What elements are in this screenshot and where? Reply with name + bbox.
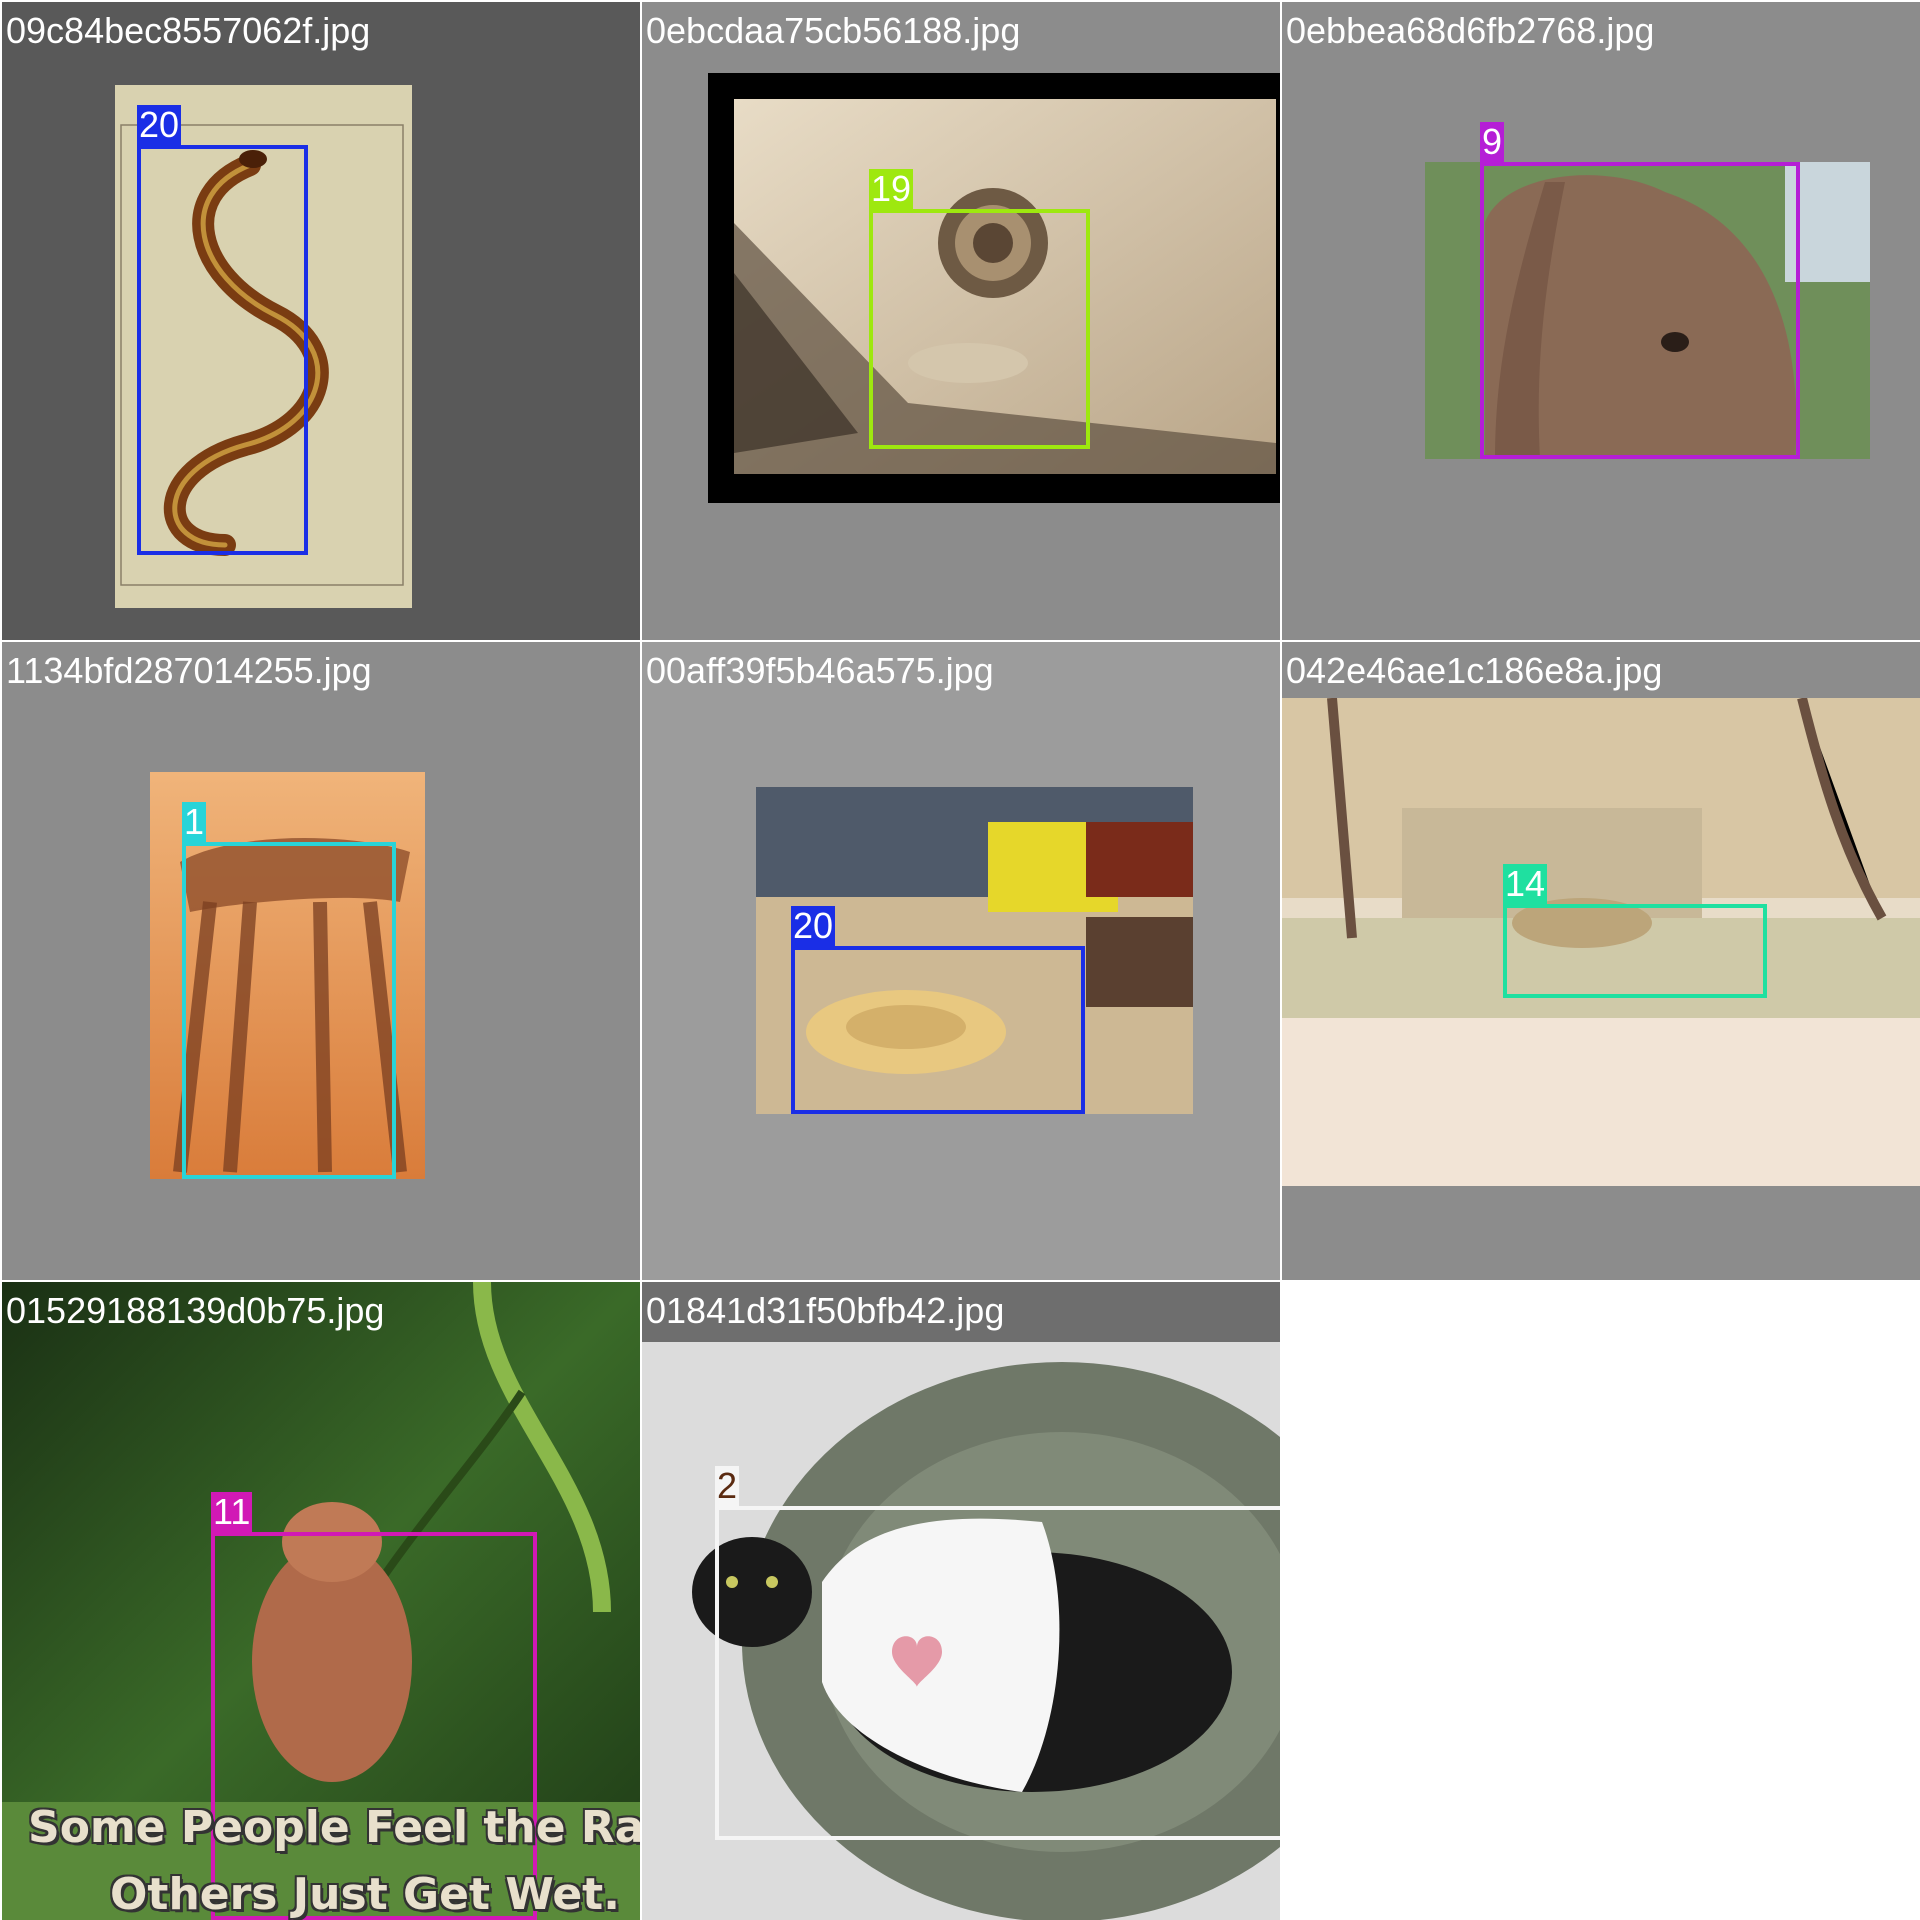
bounding-box[interactable]: 2 (715, 1466, 1280, 1840)
grid-tile[interactable]: 1134bfd287014255.jpg 1 (2, 642, 640, 1280)
class-label: 9 (1480, 121, 1505, 162)
tile-filename: 0ebbea68d6fb2768.jpg (1286, 10, 1655, 51)
bounding-box[interactable]: 19 (869, 169, 1090, 449)
tile-filename: 0ebcdaa75cb56188.jpg (646, 10, 1021, 51)
class-label: 1 (182, 801, 207, 842)
tile-filename: 01529188139d0b75.jpg (6, 1290, 385, 1331)
grid-tile[interactable]: 042e46ae1c186e8a.jpg 14 (1282, 642, 1920, 1280)
meme-caption-line1: Some People Feel the Ra (28, 1802, 640, 1853)
class-label: 20 (137, 104, 182, 145)
grid-tile[interactable]: 0ebcdaa75cb56188.jpg 19 (642, 2, 1280, 640)
bounding-box[interactable]: 1 (182, 802, 396, 1179)
class-label: 19 (869, 168, 914, 209)
tile-filename: 042e46ae1c186e8a.jpg (1286, 650, 1663, 691)
class-label: 2 (715, 1465, 740, 1506)
class-label: 11 (211, 1491, 253, 1532)
tile-filename: 01841d31f50bfb42.jpg (646, 1290, 1005, 1331)
bounding-box[interactable]: 11 (211, 1492, 537, 1920)
bounding-box[interactable]: 9 (1480, 122, 1800, 459)
class-label: 14 (1503, 863, 1548, 904)
grid-tile[interactable]: 00aff39f5b46a575.jpg 20 (642, 642, 1280, 1280)
bounding-box[interactable]: 20 (137, 105, 308, 555)
tile-filename: 09c84bec8557062f.jpg (6, 10, 371, 51)
bounding-box[interactable]: 14 (1503, 864, 1767, 998)
tile-filename: 00aff39f5b46a575.jpg (646, 650, 994, 691)
grid-tile[interactable]: 09c84bec8557062f.jpg 20 (2, 2, 640, 640)
tile-filename: 1134bfd287014255.jpg (6, 650, 372, 691)
meme-caption-line2: Others Just Get Wet. (110, 1869, 620, 1920)
grid-tile[interactable]: 0ebbea68d6fb2768.jpg 9 (1282, 2, 1920, 640)
image-grid: 09c84bec8557062f.jpg 20 0ebcdaa75cb56188… (0, 0, 1920, 1920)
grid-tile[interactable]: 01841d31f50bfb42.jpg 2 (642, 1282, 1280, 1920)
class-label: 20 (791, 905, 836, 946)
grid-tile[interactable]: 01529188139d0b75.jpg Some People Feel th… (2, 1282, 640, 1920)
bounding-box[interactable]: 20 (791, 906, 1085, 1114)
